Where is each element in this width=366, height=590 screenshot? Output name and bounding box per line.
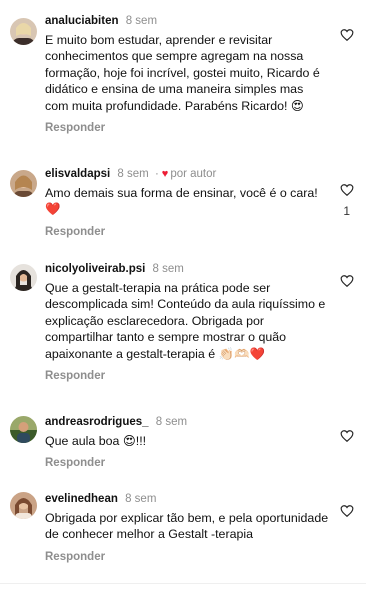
username[interactable]: evelinedhean (45, 493, 118, 505)
heart-outline-icon[interactable] (340, 429, 354, 443)
avatar[interactable] (10, 18, 37, 45)
comment-item: elisvaldapsi 8 sem · ♥ por autor Amo demai… (0, 158, 366, 254)
reply-button[interactable]: Responder (45, 457, 105, 469)
comment-meta: analuciabiten 8 sem (45, 13, 329, 29)
avatar[interactable] (10, 492, 37, 519)
comment-text: Obrigada por explicar tão bem, e pela op… (45, 511, 329, 542)
comment-text: E muito bom estudar, aprender e revisita… (45, 33, 320, 113)
comment-item: analuciabiten 8 sem E muito bom estudar,… (0, 0, 366, 158)
liked-by-author: · ♥ por autor (154, 168, 217, 180)
heart-outline-icon[interactable] (340, 504, 354, 518)
username[interactable]: elisvaldapsi (45, 168, 110, 180)
reply-button[interactable]: Responder (45, 551, 105, 563)
timestamp[interactable]: 8 sem (126, 15, 157, 27)
username[interactable]: analuciabiten (45, 15, 119, 27)
comment-text: Que a gestalt-terapia na prática pode se… (45, 281, 326, 361)
reply-button[interactable]: Responder (45, 226, 105, 238)
avatar[interactable] (10, 264, 37, 291)
comment-item: nicolyoliveirab.psi 8 sem Que a gestalt-… (0, 254, 366, 404)
heart-outline-icon[interactable] (340, 274, 354, 288)
comment-meta: nicolyoliveirab.psi 8 sem (45, 261, 329, 277)
reply-button[interactable]: Responder (45, 122, 105, 134)
avatar[interactable] (10, 170, 37, 197)
timestamp[interactable]: 8 sem (153, 263, 184, 275)
username[interactable]: andreasrodrigues_ (45, 416, 149, 428)
comment-meta: evelinedhean 8 sem (45, 491, 329, 507)
reply-button[interactable]: Responder (45, 370, 105, 382)
username[interactable]: nicolyoliveirab.psi (45, 263, 145, 275)
heart-filled-icon: ♥ (161, 168, 169, 180)
comment-meta: elisvaldapsi 8 sem · ♥ por autor (45, 166, 329, 182)
comment-text: Amo demais sua forma de ensinar, você é … (45, 186, 318, 217)
timestamp[interactable]: 8 sem (117, 168, 148, 180)
comment-item: andreasrodrigues_ 8 sem Que aula boa 😍!!… (0, 404, 366, 482)
comment-text: Que aula boa 😍!!! (45, 434, 147, 448)
timestamp[interactable]: 8 sem (125, 493, 156, 505)
heart-outline-icon[interactable] (340, 28, 354, 42)
comment-item: evelinedhean 8 sem Obrigada por explicar… (0, 482, 366, 590)
avatar[interactable] (10, 416, 37, 443)
heart-outline-icon[interactable] (340, 183, 354, 197)
divider (0, 583, 366, 584)
comment-meta: andreasrodrigues_ 8 sem (45, 414, 329, 430)
like-count[interactable]: 1 (343, 204, 350, 218)
timestamp[interactable]: 8 sem (156, 416, 187, 428)
